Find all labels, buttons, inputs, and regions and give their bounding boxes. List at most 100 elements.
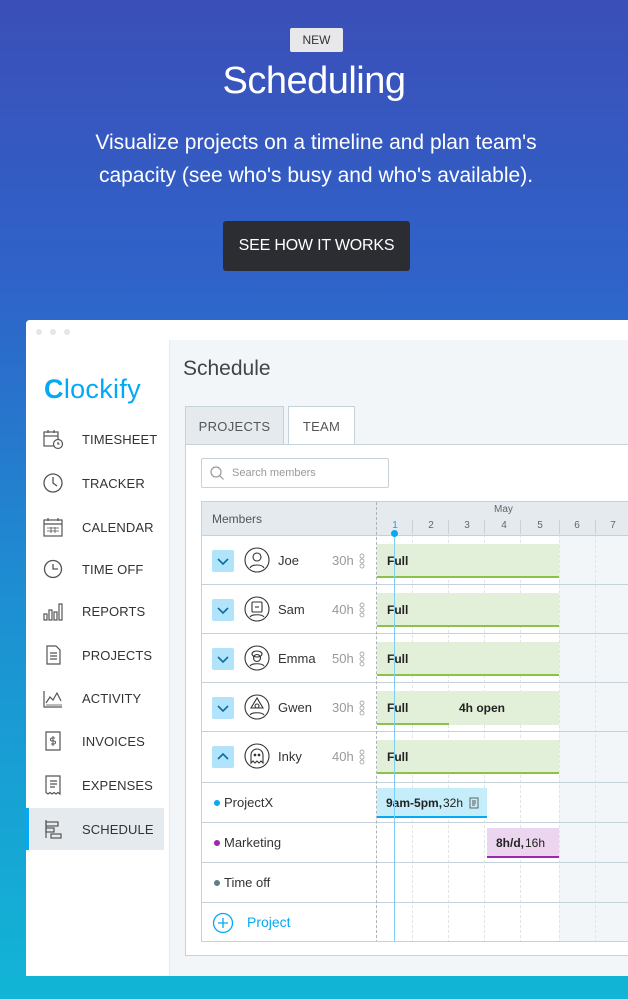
- capacity-label: Full: [387, 652, 409, 666]
- logo-text: lockify: [63, 374, 141, 404]
- clockify-logo[interactable]: Clockify: [44, 374, 141, 405]
- calendar-icon: [43, 518, 63, 537]
- avatar-gwen-icon: [244, 694, 270, 720]
- sidebar-item-label: ACTIVITY: [82, 690, 142, 706]
- sidebar-item-timesheet[interactable]: TIMESHEET: [30, 418, 164, 460]
- sidebar-item-label: SCHEDULE: [82, 821, 154, 837]
- member-row-joe: Joe 30h Full: [202, 535, 628, 585]
- day-label: 6: [574, 520, 580, 531]
- avatar-joe-icon: [244, 547, 270, 573]
- window-dot: [50, 329, 56, 335]
- hero-subtitle-line-1: Visualize projects on a timeline and pla…: [95, 131, 537, 154]
- avatar-sam-icon: [244, 596, 270, 622]
- project-color-dot: [214, 800, 220, 806]
- member-row-sam: Sam 40h Full: [202, 584, 628, 634]
- sidebar-item-time-off[interactable]: TIME OFF: [30, 548, 164, 590]
- member-name: Sam: [278, 602, 305, 617]
- capacity-bar[interactable]: Full: [377, 740, 559, 774]
- sidebar-item-invoices[interactable]: INVOICES: [30, 720, 164, 762]
- member-hours: 30h: [332, 553, 354, 568]
- tab-team[interactable]: TEAM: [288, 406, 355, 445]
- member-hours: 50h: [332, 651, 354, 666]
- new-badge: NEW: [290, 28, 343, 52]
- today-marker-line: [394, 535, 395, 941]
- add-project-row[interactable]: Project: [202, 902, 628, 941]
- see-how-it-works-button[interactable]: SEE HOW IT WORKS: [223, 221, 410, 271]
- sidebar-item-tracker[interactable]: TRACKER: [30, 462, 164, 504]
- project-row-marketing: Marketing 8h/d, 16h: [202, 822, 628, 862]
- project-color-dot: [214, 840, 220, 846]
- month-label: May: [494, 504, 513, 515]
- capacity-label: Full: [387, 701, 409, 715]
- sidebar-item-label: TIME OFF: [82, 561, 144, 577]
- collapse-button[interactable]: [212, 746, 234, 768]
- sidebar-item-label: TIMESHEET: [82, 431, 158, 447]
- more-options-icon[interactable]: [359, 749, 365, 765]
- member-name: Joe: [278, 553, 299, 568]
- sidebar-item-reports[interactable]: REPORTS: [30, 590, 164, 632]
- more-options-icon[interactable]: [359, 651, 365, 667]
- sidebar-item-label: EXPENSES: [82, 777, 153, 793]
- member-hours: 40h: [332, 602, 354, 617]
- capacity-bar[interactable]: Full: [377, 642, 559, 676]
- hero-title: Scheduling: [222, 60, 406, 102]
- capacity-bar[interactable]: Full: [377, 593, 559, 627]
- chevron-down-icon: [217, 705, 229, 713]
- more-options-icon[interactable]: [359, 602, 365, 618]
- logo-c: C: [44, 374, 64, 404]
- project-row-time-off: Time off: [202, 862, 628, 902]
- day-label: 3: [464, 520, 470, 531]
- assignment-bar[interactable]: 8h/d, 16h: [487, 828, 559, 858]
- project-color-dot: [214, 880, 220, 886]
- project-name: Time off: [224, 875, 271, 890]
- member-hours: 40h: [332, 749, 354, 764]
- more-options-icon[interactable]: [359, 700, 365, 716]
- assignment-time: 8h/d,: [496, 836, 525, 850]
- add-project-label: Project: [247, 914, 291, 930]
- clock-icon: [43, 473, 63, 493]
- main-content: Schedule PROJECTS TEAM Search members Me…: [169, 340, 628, 976]
- day-label: 7: [610, 520, 616, 531]
- add-circle-icon[interactable]: [212, 912, 234, 934]
- expand-button[interactable]: [212, 550, 234, 572]
- expand-button[interactable]: [212, 599, 234, 621]
- reports-icon: [43, 603, 63, 621]
- sidebar-item-expenses[interactable]: EXPENSES: [30, 764, 164, 806]
- hero-subtitle: Visualize projects on a timeline and pla…: [60, 126, 572, 192]
- sidebar-item-activity[interactable]: ACTIVITY: [30, 677, 164, 719]
- day-label: 5: [537, 520, 543, 531]
- window-title-bar: [26, 320, 628, 340]
- window-dot: [64, 329, 70, 335]
- page-title: Schedule: [183, 357, 271, 380]
- time-off-icon: [43, 559, 63, 579]
- member-row-emma: Emma 50h Full: [202, 633, 628, 683]
- project-name: ProjectX: [224, 795, 274, 810]
- capacity-bar[interactable]: Full: [377, 544, 559, 578]
- open-capacity-bar[interactable]: 4h open: [449, 691, 559, 725]
- more-options-icon[interactable]: [359, 553, 365, 569]
- member-name: Emma: [278, 651, 316, 666]
- tab-projects[interactable]: PROJECTS: [185, 406, 284, 445]
- assignment-hours: 16h: [525, 836, 546, 850]
- sidebar-item-projects[interactable]: PROJECTS: [30, 634, 164, 676]
- chevron-down-icon: [217, 558, 229, 566]
- expand-button[interactable]: [212, 648, 234, 670]
- avatar-emma-icon: [244, 645, 270, 671]
- member-name: Gwen: [278, 700, 312, 715]
- chevron-down-icon: [217, 607, 229, 615]
- sidebar-item-label: CALENDAR: [82, 519, 154, 535]
- capacity-label: Full: [387, 603, 409, 617]
- search-icon: [210, 466, 224, 480]
- capacity-bar[interactable]: Full: [377, 691, 449, 725]
- search-members-input[interactable]: Search members: [201, 458, 389, 488]
- sidebar-item-calendar[interactable]: CALENDAR: [30, 506, 164, 548]
- window-dot: [36, 329, 42, 335]
- sidebar-item-schedule[interactable]: SCHEDULE: [26, 808, 164, 850]
- chevron-up-icon: [217, 752, 229, 760]
- sidebar-item-label: REPORTS: [82, 603, 146, 619]
- hero-subtitle-line-2: capacity (see who's busy and who's avail…: [98, 164, 534, 187]
- expand-button[interactable]: [212, 697, 234, 719]
- member-row-gwen: Gwen 30h Full 4h open: [202, 682, 628, 732]
- activity-icon: [43, 691, 62, 708]
- capacity-label: Full: [387, 554, 409, 568]
